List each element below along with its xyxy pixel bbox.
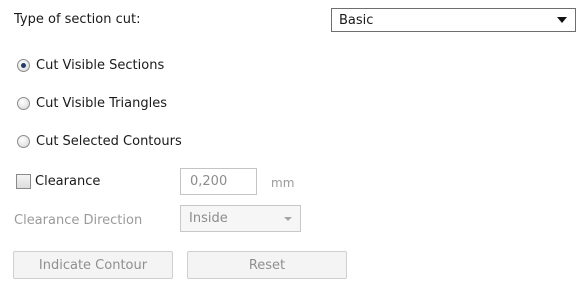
clearance-direction-select[interactable]: Inside <box>180 205 301 232</box>
reset-button-label: Reset <box>248 257 286 273</box>
section-cut-type-value: Basic <box>339 12 374 28</box>
radio-unchecked-icon[interactable] <box>17 135 30 148</box>
clearance-direction-label: Clearance Direction <box>14 213 143 228</box>
section-cut-type-label: Type of section cut: <box>14 12 141 27</box>
section-cut-type-select[interactable]: Basic <box>331 8 576 32</box>
clearance-label: Clearance <box>35 174 101 189</box>
radio-cut-selected-contours-label: Cut Selected Contours <box>36 134 182 149</box>
reset-button[interactable]: Reset <box>187 251 347 279</box>
clearance-checkbox[interactable] <box>16 174 31 189</box>
clearance-unit-label: mm <box>271 176 295 190</box>
clearance-value: 0,200 <box>190 174 228 189</box>
clearance-direction-value: Inside <box>189 211 228 226</box>
radio-unchecked-icon[interactable] <box>17 97 30 110</box>
chevron-down-icon <box>284 217 292 221</box>
clearance-checkbox-row[interactable]: Clearance <box>16 174 100 189</box>
radio-cut-selected-contours[interactable]: Cut Selected Contours <box>17 134 182 149</box>
chevron-down-icon <box>557 17 567 23</box>
radio-cut-visible-triangles-label: Cut Visible Triangles <box>36 96 167 111</box>
radio-cut-visible-sections-label: Cut Visible Sections <box>36 58 165 73</box>
radio-cut-visible-sections[interactable]: Cut Visible Sections <box>17 58 164 73</box>
radio-checked-icon[interactable] <box>17 59 30 72</box>
radio-cut-visible-triangles[interactable]: Cut Visible Triangles <box>17 96 167 111</box>
clearance-value-field[interactable]: 0,200 <box>180 168 257 195</box>
indicate-contour-button[interactable]: Indicate Contour <box>13 251 173 279</box>
indicate-contour-button-label: Indicate Contour <box>38 257 148 273</box>
